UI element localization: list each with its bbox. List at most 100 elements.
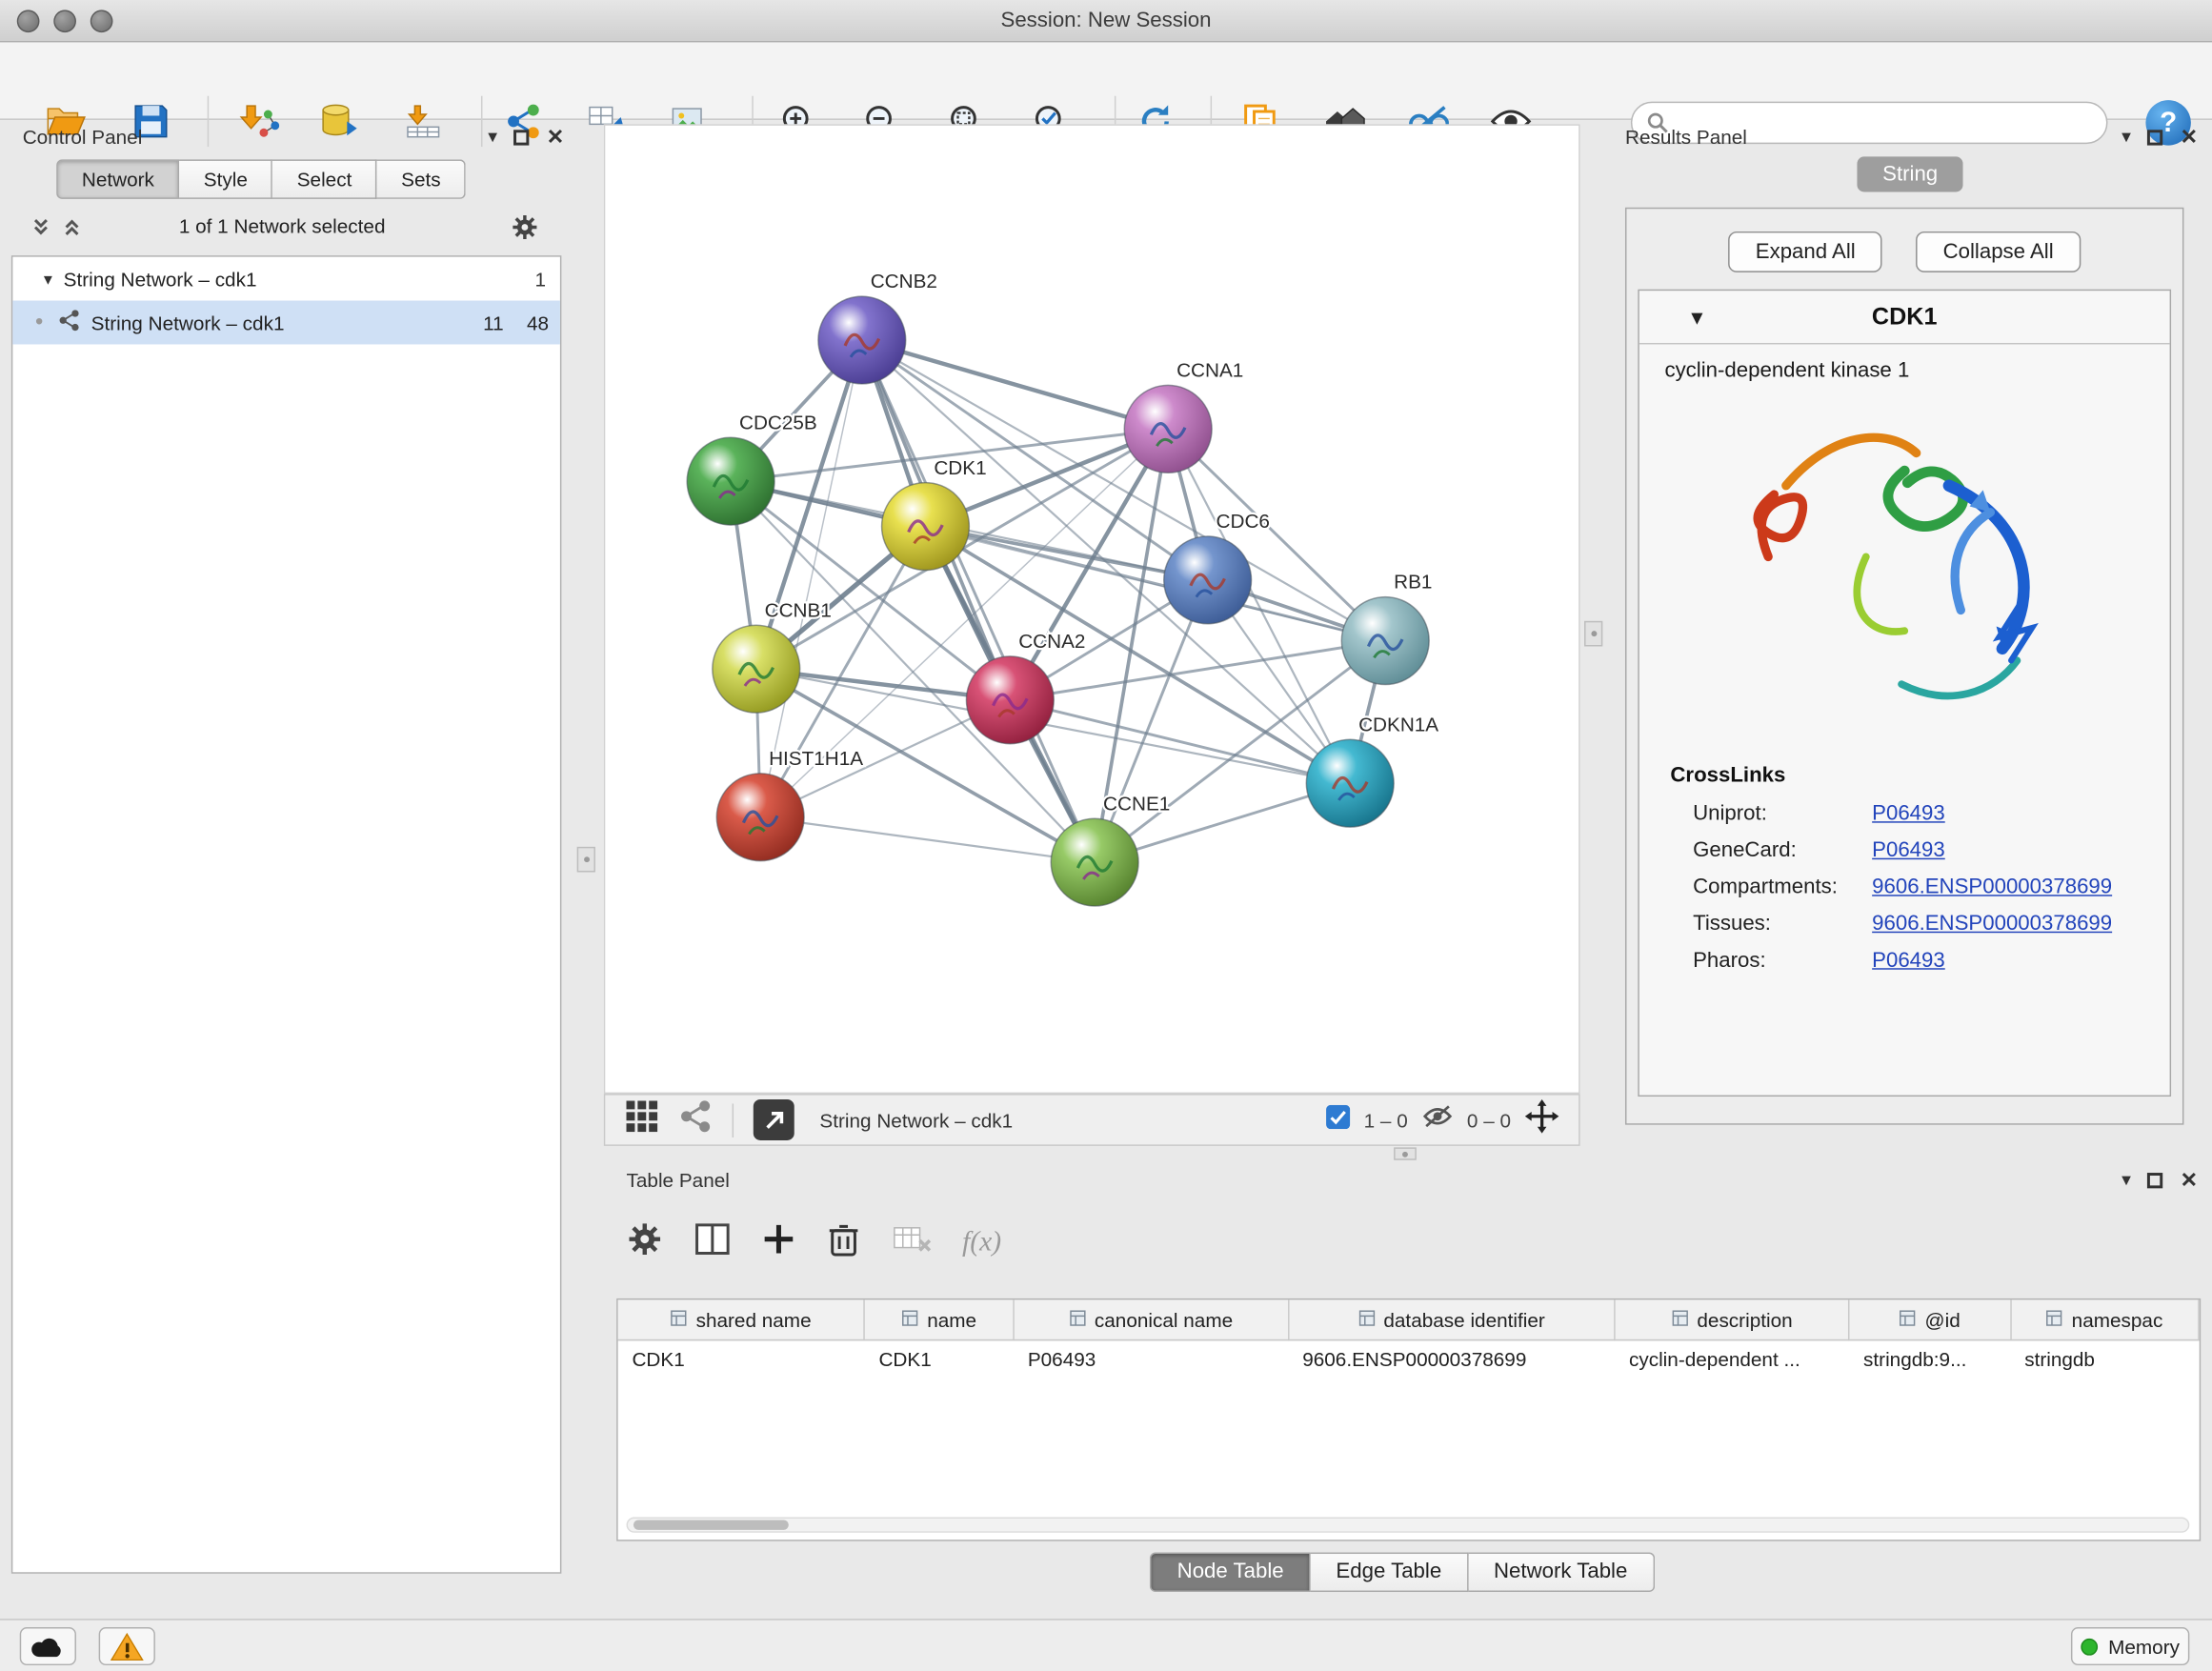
cloud-status-button[interactable] [20,1627,76,1665]
delete-table-icon[interactable] [892,1223,931,1261]
node-label: CDKN1A [1358,714,1438,735]
column-header[interactable]: namespac [2010,1299,2199,1339]
column-header[interactable]: name [865,1299,1014,1339]
network-row-selected[interactable]: • String Network – cdk1 11 48 [12,301,560,345]
node-label: CDC6 [1217,511,1270,533]
add-column-plus-icon[interactable] [762,1221,796,1262]
results-panel: Results Panel ▾ ✕ String Expand All Coll… [1608,120,2212,1158]
column-header[interactable]: shared name [618,1299,865,1339]
network-edge[interactable] [862,340,1095,862]
show-columns-icon[interactable] [694,1220,732,1264]
panel-dock-icon[interactable]: ▾ [2122,1169,2131,1192]
tab-sets[interactable]: Sets [377,159,466,198]
table-cell[interactable]: CDK1 [865,1339,1014,1379]
protein-entry-header[interactable]: ▼ CDK1 [1639,291,2170,344]
table-cell[interactable]: stringdb:9... [1849,1339,2010,1379]
network-type-icon [57,309,80,335]
network-overview-icon[interactable] [678,1099,713,1140]
panel-close-icon[interactable]: ✕ [547,127,565,148]
pan-crosshair-icon[interactable] [1525,1099,1559,1140]
table-cell[interactable]: P06493 [1014,1339,1288,1379]
node-label: RB1 [1394,572,1432,594]
birdseye-grid-icon[interactable] [625,1099,659,1140]
network-node[interactable]: CCNA1 [1124,360,1243,473]
tab-network[interactable]: Network [56,159,179,198]
collapse-all-button[interactable]: Collapse All [1916,232,2080,272]
control-panel: Control Panel ▾ ✕ NetworkStyleSelectSets… [0,120,578,1619]
tab-select[interactable]: Select [273,159,377,198]
network-node[interactable]: CCNB1 [713,599,832,713]
panel-float-icon[interactable] [2148,1172,2163,1187]
network-selection-status: 1 of 1 Network selected [0,214,564,237]
network-node[interactable]: CDKN1A [1306,714,1438,827]
scrollbar-thumb[interactable] [633,1520,789,1529]
memory-status-dot-icon [2081,1638,2099,1655]
network-edge[interactable] [1010,700,1350,783]
crosslink-value-link[interactable]: P06493 [1872,800,1945,829]
results-tab-string[interactable]: String [1857,156,1962,191]
column-header[interactable]: database identifier [1288,1299,1615,1339]
open-in-new-window-button[interactable] [754,1099,794,1140]
crosslink-label: Compartments: [1693,874,1872,902]
network-node[interactable]: CCNB2 [818,271,937,384]
network-view-toolbar: String Network – cdk1 1 – 0 0 – 0 [604,1094,1580,1146]
crosslinks-list: Uniprot:P06493GeneCard:P06493Compartment… [1639,796,2170,980]
tab-node-table[interactable]: Node Table [1151,1553,1311,1592]
crosslink-row: Compartments:9606.ENSP00000378699 [1639,870,2170,907]
network-edge[interactable] [862,340,1168,429]
protein-name: CDK1 [1872,303,1938,332]
memory-button[interactable]: Memory [2072,1627,2190,1665]
node-table: shared namenamecanonical namedatabase id… [616,1299,2201,1541]
crosslink-value-link[interactable]: 9606.ENSP00000378699 [1872,911,2112,939]
warnings-button[interactable] [99,1627,155,1665]
current-network-bullet-icon: • [35,310,43,335]
column-header[interactable]: description [1615,1299,1849,1339]
title-bar: Session: New Session [0,0,2212,42]
crosslink-value-link[interactable]: P06493 [1872,836,1945,865]
network-collection-row[interactable]: ▾ String Network – cdk1 1 [12,257,560,301]
splitter-handle[interactable] [577,847,595,873]
hidden-eye-slash-icon[interactable] [1422,1103,1454,1136]
panel-dock-icon[interactable]: ▾ [2122,126,2131,149]
splitter-handle[interactable] [1584,621,1602,647]
horizontal-scrollbar[interactable] [627,1518,2190,1533]
network-options-gear-icon[interactable] [511,213,539,249]
network-edge-count: 48 [527,312,549,334]
node-label: CCNA1 [1176,360,1243,382]
column-header[interactable]: canonical name [1014,1299,1288,1339]
tab-style[interactable]: Style [180,159,273,198]
panel-float-icon[interactable] [514,130,530,145]
delete-column-trash-icon[interactable] [827,1220,861,1264]
expand-all-button[interactable]: Expand All [1729,232,1882,272]
network-canvas[interactable]: CCNB2CCNA1CDC25BCDK1CDC6RB1CCNB1CCNA2CDK… [604,124,1580,1094]
network-edge[interactable] [760,817,1095,862]
table-options-gear-icon[interactable] [627,1220,664,1264]
tab-edge-table[interactable]: Edge Table [1311,1553,1469,1592]
selected-nodes-checkbox-icon[interactable] [1326,1104,1350,1136]
table-cell[interactable]: cyclin-dependent ... [1615,1339,1849,1379]
column-header[interactable]: @id [1849,1299,2010,1339]
crosslink-row: Tissues:9606.ENSP00000378699 [1639,906,2170,943]
panel-float-icon[interactable] [2148,130,2163,145]
network-list: ▾ String Network – cdk1 1 • String Netwo… [11,255,562,1574]
crosslink-value-link[interactable]: P06493 [1872,947,1945,976]
tree-expand-caret-icon[interactable]: ▾ [44,269,52,289]
panel-dock-icon[interactable]: ▾ [488,126,497,149]
table-cell[interactable]: stringdb [2010,1339,2199,1379]
tab-network-table[interactable]: Network Table [1468,1553,1654,1592]
network-node[interactable]: HIST1H1A [716,748,863,861]
splitter-handle[interactable] [1394,1147,1417,1159]
control-panel-tabs: NetworkStyleSelectSets [56,159,466,198]
table-row[interactable]: CDK1CDK1P064939606.ENSP00000378699cyclin… [618,1339,2199,1379]
function-builder-fx-icon[interactable]: f(x) [962,1226,1001,1258]
panel-close-icon[interactable]: ✕ [2181,127,2199,148]
table-cell[interactable]: 9606.ENSP00000378699 [1288,1339,1615,1379]
hidden-count: 0 – 0 [1467,1109,1511,1132]
network-node[interactable]: RB1 [1341,572,1432,685]
table-cell[interactable]: CDK1 [618,1339,865,1379]
entry-collapse-caret-icon[interactable]: ▼ [1687,306,1707,329]
panel-close-icon[interactable]: ✕ [2181,1169,2199,1190]
network-label: String Network – cdk1 [91,312,285,334]
network-node[interactable]: CDC25B [687,412,817,525]
crosslink-value-link[interactable]: 9606.ENSP00000378699 [1872,874,2112,902]
